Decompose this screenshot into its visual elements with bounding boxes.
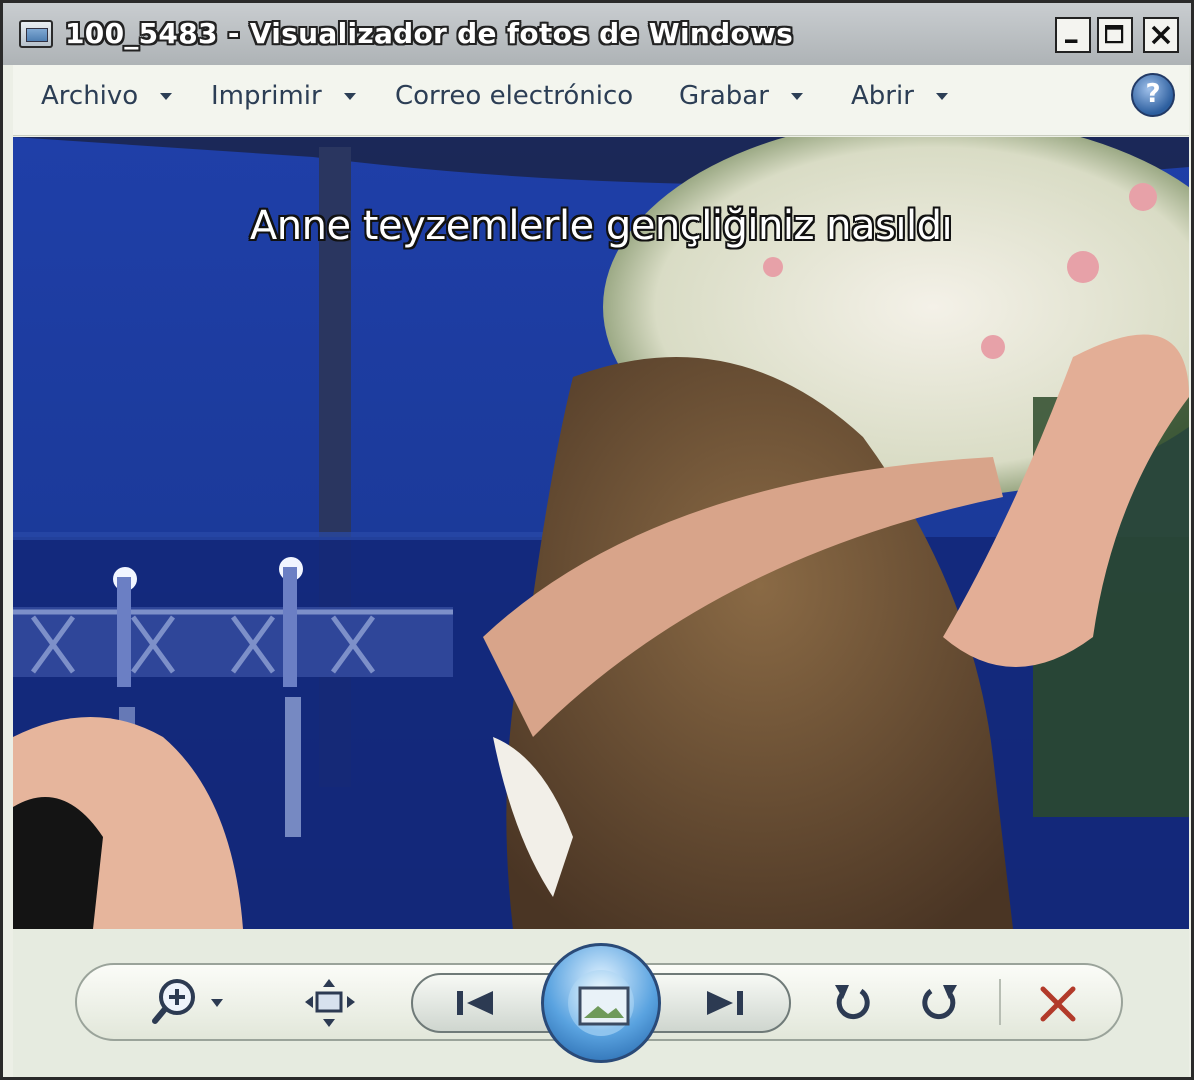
help-button[interactable]: ? xyxy=(1131,73,1175,117)
menu-correo-label: Correo electrónico xyxy=(395,81,634,111)
chevron-down-icon xyxy=(160,93,173,100)
chevron-down-icon xyxy=(935,93,948,100)
title-bar[interactable]: 100_5483 - Visualizador de fotos de Wind… xyxy=(3,3,1191,65)
close-window-button[interactable] xyxy=(1143,17,1179,53)
menu-archivo-label: Archivo xyxy=(41,81,139,111)
menu-imprimir-label: Imprimir xyxy=(211,81,322,111)
app-photo-icon xyxy=(19,20,53,48)
photo-caption: Anne teyzemlerle gençliğiniz nasıldı xyxy=(249,203,953,249)
maximize-icon xyxy=(1105,25,1124,44)
photo-viewer-window: 100_5483 - Visualizador de fotos de Wind… xyxy=(0,0,1194,1080)
maximize-button[interactable] xyxy=(1097,17,1133,53)
slideshow-button[interactable] xyxy=(541,943,661,1063)
menu-abrir[interactable]: Abrir xyxy=(851,81,948,111)
menu-abrir-label: Abrir xyxy=(851,81,914,111)
viewer-controls xyxy=(13,929,1189,1077)
previous-icon[interactable] xyxy=(453,987,499,1019)
photo-display: Anne teyzemlerle gençliğiniz nasıldı xyxy=(13,137,1189,929)
menu-archivo[interactable]: Archivo xyxy=(41,81,173,111)
menu-grabar[interactable]: Grabar xyxy=(679,81,803,111)
menu-correo[interactable]: Correo electrónico xyxy=(395,81,633,111)
close-icon xyxy=(1151,25,1171,45)
slideshow-icon xyxy=(578,986,630,1026)
help-icon: ? xyxy=(1145,79,1161,109)
minimize-button[interactable] xyxy=(1055,17,1091,53)
window-title: 100_5483 - Visualizador de fotos de Wind… xyxy=(65,17,794,50)
rotate-right-icon[interactable] xyxy=(917,979,961,1025)
toolbar-separator xyxy=(999,979,1001,1025)
rotate-left-icon[interactable] xyxy=(831,979,875,1025)
menu-grabar-label: Grabar xyxy=(679,81,769,111)
photo-image xyxy=(13,137,1189,929)
delete-icon[interactable] xyxy=(1037,983,1079,1025)
minimize-icon xyxy=(1065,39,1078,43)
menu-imprimir[interactable]: Imprimir xyxy=(211,81,356,111)
zoom-icon[interactable] xyxy=(151,975,231,1031)
chevron-down-icon xyxy=(790,93,803,100)
next-icon[interactable] xyxy=(701,987,747,1019)
fit-window-icon[interactable] xyxy=(303,977,357,1029)
chevron-down-icon xyxy=(343,93,356,100)
command-bar: Archivo Imprimir Correo electrónico Grab… xyxy=(13,65,1189,136)
